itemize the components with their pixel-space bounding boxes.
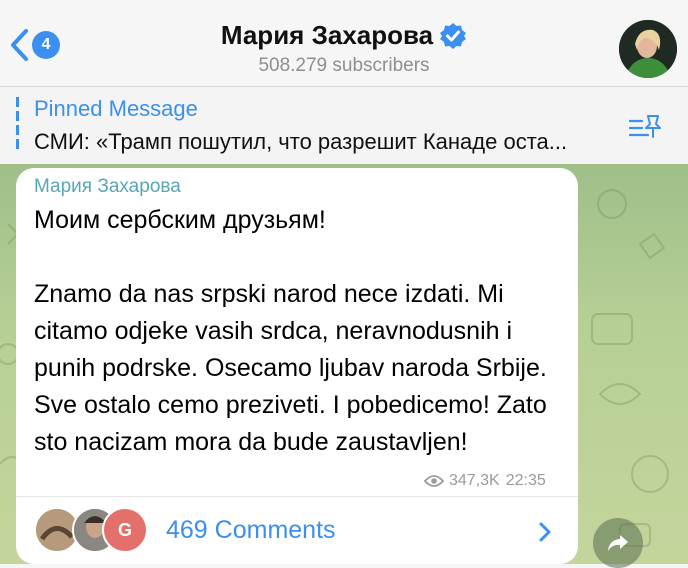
- view-count: 347,3K: [449, 472, 500, 489]
- message-text: Моим сербским друзьям! Znamo da nas srps…: [34, 206, 547, 456]
- message-sender[interactable]: Мария Захарова: [34, 176, 181, 198]
- eye-icon: [424, 475, 444, 487]
- avatar-image: [619, 20, 677, 78]
- verified-badge-icon: [440, 22, 467, 49]
- chevron-right-icon: [539, 522, 551, 542]
- commenter-avatar: G: [102, 507, 148, 553]
- channel-title[interactable]: Мария Захарова: [221, 20, 467, 51]
- pinned-message-bar[interactable]: Pinned Message СМИ: «Трамп пошутил, что …: [0, 86, 688, 165]
- subscriber-count: 508.279 subscribers: [258, 55, 430, 76]
- pinned-label: Pinned Message: [34, 96, 198, 121]
- channel-name: Мария Захарова: [220, 20, 434, 50]
- share-arrow-icon: [608, 535, 628, 551]
- message-meta: 347,3K 22:35: [424, 472, 546, 490]
- pinned-text: СМИ: «Трамп пошутил, что разрешит Канаде…: [34, 129, 568, 154]
- pinned-list-icon[interactable]: [628, 113, 664, 143]
- comments-count-link[interactable]: 469 Comments: [166, 516, 336, 545]
- chat-header: 4 Мария Захарова 508.279 subscribers: [0, 0, 688, 86]
- share-button[interactable]: [593, 518, 643, 568]
- pinned-indicator: [16, 97, 19, 153]
- channel-avatar[interactable]: [619, 20, 677, 78]
- message-bubble[interactable]: Мария Захарова Моим сербским друзьям! Zn…: [16, 168, 578, 564]
- message-time: 22:35: [505, 472, 546, 489]
- comments-bar[interactable]: G 469 Comments: [16, 496, 578, 565]
